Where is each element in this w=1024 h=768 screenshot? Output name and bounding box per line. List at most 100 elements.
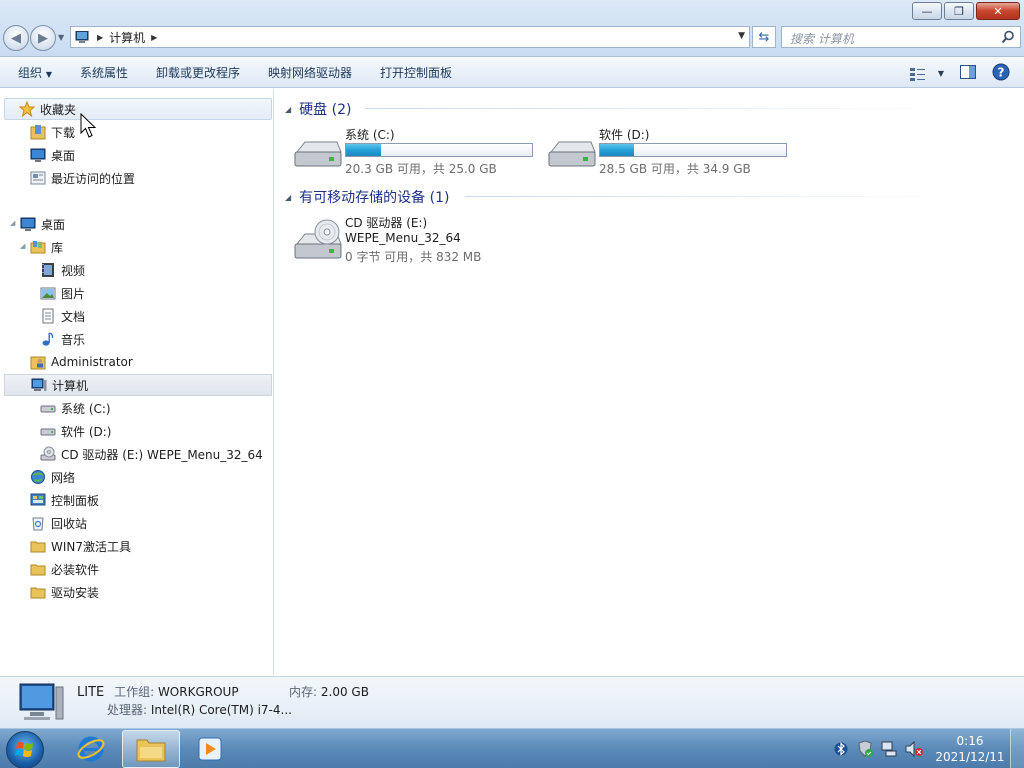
search-icon[interactable] — [1001, 30, 1015, 44]
group-header-removable-storage[interactable]: ◢ 有可移动存储的设备 (1) — [285, 187, 449, 207]
nav-driver-install[interactable]: 驱动安装 — [30, 581, 99, 603]
drive-usage-fill — [600, 144, 635, 156]
library-icon — [30, 239, 46, 255]
drive-item-d[interactable]: 软件 (D:) 28.5 GB 可用，共 34.9 GB — [547, 126, 797, 178]
group-divider — [465, 196, 965, 197]
security-shield-icon[interactable] — [856, 740, 874, 758]
drive-usage-bar — [345, 143, 533, 157]
system-properties-button[interactable]: 系统属性 — [66, 64, 142, 81]
change-view-button[interactable]: ▼ — [909, 67, 944, 81]
uninstall-program-button[interactable]: 卸载或更改程序 — [142, 64, 254, 81]
open-control-panel-button[interactable]: 打开控制面板 — [366, 64, 466, 81]
hard-drive-icon — [548, 141, 596, 167]
volume-muted-icon[interactable] — [904, 740, 924, 758]
drive-free-space: 20.3 GB 可用，共 25.0 GB — [345, 162, 497, 176]
organize-menu[interactable]: 组织 ▼ — [0, 64, 66, 81]
recycle-bin-icon — [30, 515, 46, 531]
title-bar: — ❐ ✕ ◀ ▶ ▼ ▶ 计算机 ▶ ▼ ⇆ 搜索 计算机 — [0, 0, 1024, 57]
drive-item-e[interactable]: CD 驱动器 (E:) WEPE_Menu_32_64 0 字节 可用，共 83… — [293, 214, 543, 266]
drive-free-space: 0 字节 可用，共 832 MB — [345, 250, 482, 264]
nav-must-software[interactable]: 必装软件 — [30, 558, 99, 580]
content-pane: ◢ 硬盘 (2) 系统 (C:) 20.3 GB 可用，共 25.0 GB 软件… — [275, 89, 1024, 676]
clock[interactable]: 0:16 2021/12/11 — [930, 733, 1010, 765]
clock-time: 0:16 — [956, 734, 984, 748]
forward-button[interactable]: ▶ — [30, 25, 56, 51]
user-folder-icon — [30, 354, 46, 370]
nav-desktop-favorite[interactable]: 桌面 — [30, 144, 75, 166]
nav-pictures[interactable]: 图片 — [40, 282, 85, 304]
group-header-hard-disks[interactable]: ◢ 硬盘 (2) — [285, 99, 351, 119]
address-bar[interactable]: ▶ 计算机 ▶ ▼ — [70, 26, 750, 48]
taskbar-media-player[interactable] — [182, 730, 240, 768]
back-button[interactable]: ◀ — [3, 25, 29, 51]
show-desktop-button[interactable] — [1010, 729, 1024, 768]
recent-pages-dropdown[interactable]: ▼ — [58, 33, 64, 42]
nav-network[interactable]: 网络 — [30, 466, 75, 488]
nav-downloads[interactable]: 下载 — [30, 121, 75, 143]
breadcrumb-separator[interactable]: ▶ — [97, 33, 103, 42]
nav-administrator[interactable]: Administrator — [30, 351, 133, 373]
nav-videos[interactable]: 视频 — [40, 259, 85, 281]
start-button[interactable] — [6, 731, 44, 768]
taskbar: 0:16 2021/12/11 — [0, 728, 1024, 768]
maximize-button[interactable]: ❐ — [944, 2, 974, 20]
nav-desktop[interactable]: 桌面 — [20, 213, 65, 235]
nav-drive-d[interactable]: 软件 (D:) — [40, 420, 111, 442]
taskbar-explorer[interactable] — [122, 730, 180, 768]
arrow-right-icon: ▶ — [38, 30, 48, 46]
nav-label: WIN7激活工具 — [51, 539, 132, 554]
help-button[interactable]: ? — [992, 63, 1010, 84]
nav-win7-tools[interactable]: WIN7激活工具 — [30, 535, 131, 557]
nav-drive-c[interactable]: 系统 (C:) — [40, 397, 111, 419]
search-input[interactable]: 搜索 计算机 — [781, 26, 1021, 48]
preview-pane-icon — [960, 65, 976, 79]
drive-item-c[interactable]: 系统 (C:) 20.3 GB 可用，共 25.0 GB — [293, 126, 543, 178]
nav-label: 网络 — [51, 470, 76, 485]
nav-label: 最近访问的位置 — [51, 171, 136, 186]
nav-recent-places[interactable]: 最近访问的位置 — [30, 167, 135, 189]
refresh-button[interactable]: ⇆ — [752, 26, 776, 48]
nav-favorites[interactable]: 收藏夹 — [4, 98, 272, 120]
breadcrumb-computer[interactable]: 计算机 — [109, 29, 145, 46]
music-note-icon — [40, 331, 56, 347]
computer-name: LITE — [77, 685, 105, 700]
help-icon: ? — [992, 63, 1010, 81]
nav-label: 控制面板 — [51, 493, 100, 508]
folder-icon — [30, 561, 46, 577]
nav-computer[interactable]: 计算机 — [4, 374, 272, 396]
nav-label: 桌面 — [41, 217, 66, 232]
processor-label: 处理器: — [107, 703, 148, 717]
address-dropdown[interactable]: ▼ — [738, 31, 745, 41]
computer-icon — [75, 31, 89, 43]
nav-recycle-bin[interactable]: 回收站 — [30, 512, 87, 534]
nav-music[interactable]: 音乐 — [40, 328, 85, 350]
collapse-arrow-icon[interactable]: ◢ — [10, 219, 15, 227]
preview-pane-button[interactable] — [960, 65, 976, 82]
minimize-button[interactable]: — — [912, 2, 942, 20]
svg-text:?: ? — [998, 66, 1005, 80]
collapse-arrow-icon: ◢ — [285, 192, 292, 202]
nav-label: 计算机 — [52, 378, 89, 393]
drive-name: CD 驱动器 (E:) — [345, 216, 428, 230]
collapse-arrow-icon[interactable]: ◢ — [20, 242, 25, 250]
nav-drive-e[interactable]: CD 驱动器 (E:) WEPE_Menu_32_64 — [40, 443, 263, 465]
close-button[interactable]: ✕ — [976, 2, 1020, 20]
nav-label: Administrator — [51, 355, 133, 369]
nav-control-panel[interactable]: 控制面板 — [30, 489, 99, 511]
search-placeholder: 搜索 计算机 — [790, 32, 854, 46]
processor-value: Intel(R) Core(TM) i7-4... — [150, 703, 292, 717]
star-icon — [19, 101, 35, 117]
nav-libraries[interactable]: 库 — [30, 236, 63, 258]
view-controls: ▼ ? — [894, 63, 1010, 84]
network-status-icon[interactable] — [880, 740, 898, 758]
drive-name: 系统 (C:) — [345, 128, 395, 142]
picture-icon — [40, 285, 56, 301]
map-network-drive-button[interactable]: 映射网络驱动器 — [254, 64, 366, 81]
nav-documents[interactable]: 文档 — [40, 305, 85, 327]
clock-date: 2021/12/11 — [935, 750, 1005, 764]
media-player-icon — [198, 737, 222, 761]
taskbar-internet-explorer[interactable] — [62, 730, 120, 768]
bluetooth-icon[interactable] — [834, 740, 848, 758]
folder-icon — [30, 584, 46, 600]
breadcrumb-separator[interactable]: ▶ — [151, 33, 157, 42]
